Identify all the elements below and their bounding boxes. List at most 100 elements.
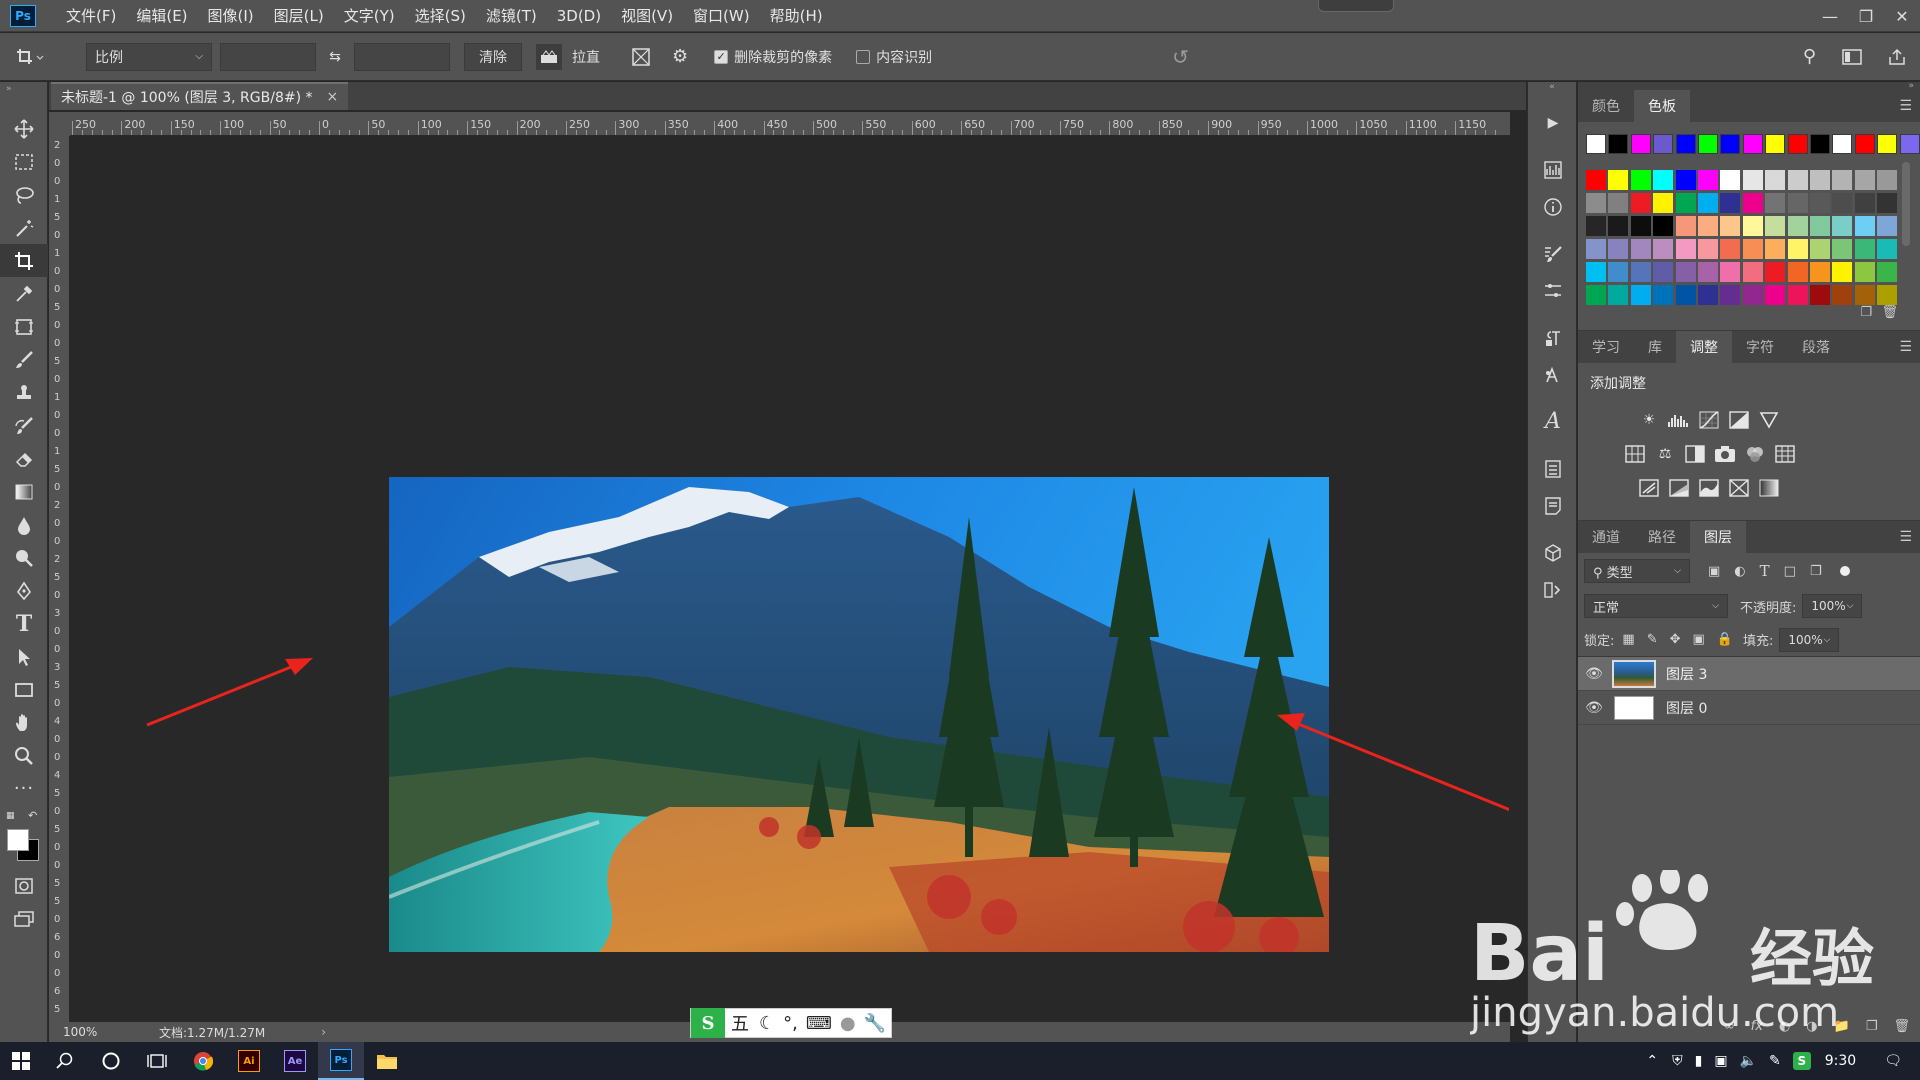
recent-swatch[interactable] (1720, 134, 1741, 154)
color-swatch[interactable] (1608, 262, 1629, 282)
straighten-icon[interactable] (536, 43, 562, 70)
chrome-icon[interactable] (180, 1042, 226, 1080)
moon-icon[interactable]: ☾ (759, 1013, 775, 1034)
zoom-level[interactable]: 100% (49, 1025, 109, 1039)
screen-mode-icon[interactable] (0, 902, 48, 935)
delete-cropped-checkbox[interactable]: ✓ 删除裁剪的像素 (714, 47, 832, 67)
wrench-icon[interactable]: 🔧 (864, 1013, 886, 1034)
ime-mode[interactable]: 五 (731, 1010, 749, 1036)
quick-mask-icon[interactable] (0, 869, 48, 902)
color-swatch[interactable] (1630, 262, 1651, 282)
gradient-map-icon[interactable] (1754, 471, 1784, 505)
straighten-label[interactable]: 拉直 (572, 47, 600, 67)
color-swatch[interactable] (1742, 239, 1763, 259)
brightness-icon[interactable]: ☀ (1634, 403, 1664, 437)
search-icon[interactable]: ⚲ (1803, 46, 1816, 67)
color-swatch[interactable] (1675, 285, 1696, 305)
collapse-arrows-icon[interactable]: » (0, 82, 47, 112)
color-swatch[interactable] (1630, 285, 1651, 305)
color-swatch[interactable] (1630, 239, 1651, 259)
color-swatch[interactable] (1854, 262, 1875, 282)
keyboard-icon[interactable]: ⌨ (806, 1013, 832, 1034)
eye-icon[interactable]: 👁 (1578, 666, 1610, 682)
recent-swatch[interactable] (1653, 134, 1674, 154)
color-swatch[interactable] (1586, 239, 1606, 259)
fill-input[interactable]: 100% ⌵ (1779, 627, 1840, 652)
menu-filter[interactable]: 滤镜(T) (476, 0, 547, 32)
recent-swatch[interactable] (1608, 134, 1629, 154)
color-swatch[interactable] (1765, 239, 1786, 259)
invert-icon[interactable] (1634, 471, 1664, 505)
color-swatch[interactable] (1675, 193, 1696, 213)
swatches-scrollbar[interactable] (1902, 162, 1910, 246)
eyedropper-tool-icon[interactable] (0, 277, 48, 310)
color-swatch[interactable] (1854, 193, 1875, 213)
shield-icon[interactable]: ⛨ (1672, 1053, 1683, 1069)
color-swatch[interactable] (1742, 285, 1763, 305)
document-tab[interactable]: 未标题-1 @ 100% (图层 3, RGB/8#) * × (51, 82, 349, 110)
color-swatch[interactable] (1698, 285, 1718, 305)
filter-type-icon[interactable]: T (1760, 562, 1770, 580)
color-swatch[interactable] (1586, 262, 1606, 282)
color-swatch[interactable] (1810, 285, 1830, 305)
new-swatch-icon[interactable]: ❐ (1860, 305, 1872, 320)
color-swatch[interactable] (1832, 193, 1853, 213)
color-swatch[interactable] (1698, 239, 1718, 259)
hand-tool-icon[interactable] (0, 706, 48, 739)
character-style-icon[interactable] (1528, 356, 1578, 393)
3d-cube-icon[interactable] (1528, 534, 1578, 571)
color-swatch[interactable] (1608, 170, 1629, 190)
brush-settings-icon[interactable] (1528, 235, 1578, 272)
notification-icon[interactable]: 🗨 (1884, 1053, 1902, 1069)
color-swatch[interactable] (1810, 262, 1830, 282)
paragraph-icon[interactable] (1528, 319, 1578, 356)
close-tab-icon[interactable]: × (327, 89, 339, 105)
color-swatch[interactable] (1653, 239, 1674, 259)
layer-name[interactable]: 图层 0 (1666, 698, 1707, 718)
exposure-icon[interactable] (1724, 403, 1754, 437)
tab-paths[interactable]: 路径 (1634, 521, 1690, 553)
color-swatch[interactable] (1608, 216, 1629, 236)
brush-tool-icon[interactable] (0, 343, 48, 376)
network-icon[interactable]: ▣ (1714, 1053, 1727, 1069)
menu-view[interactable]: 视图(V) (611, 0, 683, 32)
color-swatch[interactable] (1675, 262, 1696, 282)
color-swatch[interactable] (1653, 170, 1674, 190)
filter-smart-object-icon[interactable]: ❐ (1810, 564, 1822, 579)
battery-icon[interactable]: ▮ (1695, 1053, 1703, 1069)
layer-row-layer-0[interactable]: 👁 图层 0 (1578, 691, 1920, 725)
recent-swatch[interactable] (1787, 134, 1808, 154)
color-swatch[interactable] (1698, 170, 1718, 190)
ratio-select[interactable]: 比例 ⌵ (86, 42, 212, 71)
recent-swatch[interactable] (1899, 134, 1920, 154)
color-swatch[interactable] (1877, 193, 1898, 213)
lock-brush-icon[interactable]: ✎ (1647, 632, 1658, 647)
task-view-icon[interactable] (134, 1042, 180, 1080)
color-swatch[interactable] (1854, 285, 1875, 305)
history-brush-tool-icon[interactable] (0, 409, 48, 442)
sogou-logo-icon[interactable]: S (691, 1008, 725, 1038)
overlay-options-icon[interactable] (630, 46, 652, 68)
more-tools-icon[interactable]: ··· (0, 772, 48, 805)
color-swatch[interactable] (1720, 285, 1741, 305)
color-swatch[interactable] (1765, 216, 1786, 236)
path-selection-tool-icon[interactable] (0, 640, 48, 673)
crop-tool-icon[interactable] (0, 244, 48, 277)
menu-3d[interactable]: 3D(D) (547, 0, 611, 32)
checkbox-unchecked-icon[interactable] (856, 49, 871, 64)
recent-swatch[interactable] (1630, 134, 1651, 154)
tab-learn[interactable]: 学习 (1578, 331, 1634, 363)
move-tool-icon[interactable] (0, 112, 48, 145)
recent-swatch[interactable] (1675, 134, 1696, 154)
height-input[interactable] (354, 42, 450, 71)
properties-icon[interactable] (1528, 450, 1578, 487)
clear-button[interactable]: 清除 (464, 42, 522, 71)
menu-edit[interactable]: 编辑(E) (126, 0, 197, 32)
after-effects-app-icon[interactable]: Ae (272, 1042, 318, 1080)
workspace-icon[interactable] (1842, 48, 1862, 65)
black-white-icon[interactable] (1680, 437, 1710, 471)
color-swatch[interactable] (1742, 216, 1763, 236)
photoshop-logo[interactable]: Ps (10, 4, 36, 27)
eye-icon[interactable]: 👁 (1578, 700, 1610, 716)
file-explorer-icon[interactable] (364, 1042, 410, 1080)
